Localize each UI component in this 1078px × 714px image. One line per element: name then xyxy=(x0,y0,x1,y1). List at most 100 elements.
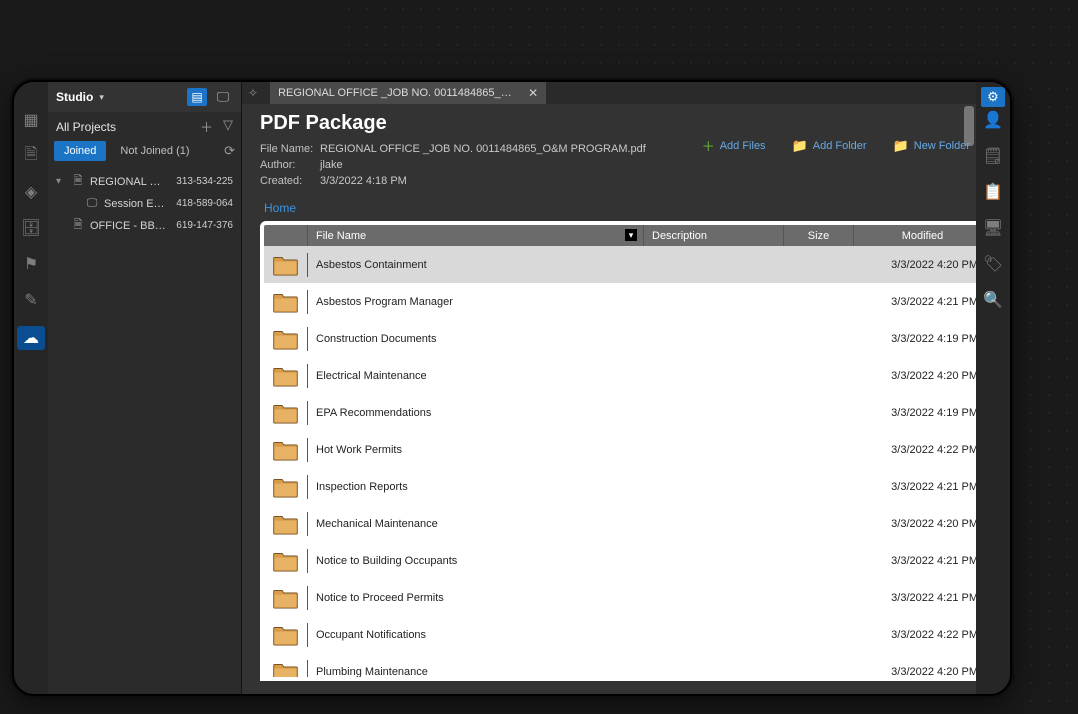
table-row[interactable]: Mechanical Maintenance3/3/2022 4:20 PM xyxy=(264,505,992,542)
table-row[interactable]: Asbestos Containment3/3/2022 4:20 PM xyxy=(264,246,992,283)
wand-icon[interactable]: ✧ xyxy=(248,86,258,100)
folder-icon xyxy=(264,290,308,314)
row-modified: 3/3/2022 4:19 PM xyxy=(854,407,992,419)
folder-icon xyxy=(264,401,308,425)
table-row[interactable]: Asbestos Program Manager 3/3/2022 4:21 PM xyxy=(264,283,992,320)
row-file-name: Asbestos Program Manager xyxy=(308,296,644,308)
flag-icon[interactable]: ⚑ xyxy=(21,254,41,274)
sort-desc-icon[interactable]: ▾ xyxy=(625,229,637,241)
table-row[interactable]: Electrical Maintenance 3/3/2022 4:20 PM xyxy=(264,357,992,394)
file-rows: Asbestos Containment3/3/2022 4:20 PMAsbe… xyxy=(264,246,992,677)
search-icon[interactable]: 🔍 xyxy=(983,290,1003,310)
add-folder-button[interactable]: 📁Add Folder xyxy=(792,136,867,155)
table-row[interactable]: EPA Recommendations3/3/2022 4:19 PM xyxy=(264,394,992,431)
row-file-name: Notice to Building Occupants xyxy=(308,555,644,567)
folder-icon xyxy=(264,475,308,499)
meta-filename-value: REGIONAL OFFICE _JOB NO. 0011484865_O&M … xyxy=(320,143,646,155)
row-modified: 3/3/2022 4:20 PM xyxy=(854,666,992,677)
cloud-icon[interactable]: ☁ xyxy=(17,326,45,350)
package-title: PDF Package xyxy=(260,112,992,135)
project-name: Session Example xyxy=(104,198,167,210)
expand-icon[interactable]: ▾ xyxy=(56,176,66,187)
clipboard-icon[interactable]: 📋 xyxy=(983,182,1003,202)
col-modified[interactable]: Modified xyxy=(854,225,992,246)
table-row[interactable]: Hot Work Permits3/3/2022 4:22 PM xyxy=(264,431,992,468)
table-row[interactable]: Plumbing Maintenance 3/3/2022 4:20 PM xyxy=(264,653,992,677)
table-row[interactable]: Notice to Proceed Permits3/3/2022 4:21 P… xyxy=(264,579,992,616)
row-file-name: Mechanical Maintenance xyxy=(308,518,644,530)
add-files-label: Add Files xyxy=(720,140,766,152)
table-row[interactable]: Occupant Notifications3/3/2022 4:22 PM xyxy=(264,616,992,653)
new-folder-label: New Folder xyxy=(914,140,970,152)
settings-gear-icon[interactable]: ⚙ xyxy=(981,87,1005,107)
row-file-name: Electrical Maintenance xyxy=(308,370,644,382)
row-modified: 3/3/2022 4:20 PM xyxy=(854,370,992,382)
row-modified: 3/3/2022 4:19 PM xyxy=(854,333,992,345)
project-tree-item[interactable]: 🖵Session Example418-589-064 xyxy=(52,194,237,213)
document-tab[interactable]: REGIONAL OFFICE _JOB NO. 0011484865_O&M … xyxy=(270,82,546,104)
package-header: PDF Package File Name:REGIONAL OFFICE _J… xyxy=(242,104,1010,195)
col-file-name[interactable]: File Name▾ xyxy=(308,225,644,246)
profile-icon[interactable]: 👤 xyxy=(983,110,1003,130)
meta-filename-key: File Name: xyxy=(260,143,320,155)
close-tab-icon[interactable]: ✕ xyxy=(528,86,538,100)
panel-view-list-icon[interactable]: ▤ xyxy=(187,88,207,106)
file-listing: File Name▾ Description Size Modified Asb… xyxy=(260,221,996,681)
add-project-icon[interactable]: ＋ xyxy=(200,117,213,136)
project-tree-item[interactable]: 🗎 OFFICE - BBU T5 Job No... 619-147-376 xyxy=(52,213,237,238)
meta-author-key: Author: xyxy=(260,159,320,171)
col-size[interactable]: Size xyxy=(784,225,854,246)
tab-joined[interactable]: Joined xyxy=(54,141,106,161)
pencil-icon[interactable]: ✎ xyxy=(21,290,41,310)
briefcase-icon[interactable]: 🗄 xyxy=(21,218,41,238)
column-headers: File Name▾ Description Size Modified xyxy=(264,225,992,246)
folder-icon xyxy=(264,253,308,277)
panel-title: All Projects xyxy=(56,120,116,134)
app-window: ▦ 🗎 ◈ 🗄 ⚑ ✎ ☁ Studio ▾ ▤ 🖵 All Projects … xyxy=(12,80,1012,696)
breadcrumb-home[interactable]: Home xyxy=(242,195,1010,219)
sheet-icon[interactable]: 🗒 xyxy=(983,146,1003,166)
document-icon: 🗎 xyxy=(71,172,85,191)
project-name: OFFICE - BBU T5 Job No... xyxy=(90,220,167,232)
row-file-name: Occupant Notifications xyxy=(308,629,644,641)
folder-icon xyxy=(264,327,308,351)
folder-icon xyxy=(264,623,308,647)
panel-view-monitor-icon[interactable]: 🖵 xyxy=(213,88,233,106)
page-icon[interactable]: 🗎 xyxy=(21,146,41,166)
new-folder-button[interactable]: 📁 New Folder xyxy=(893,136,970,155)
table-row[interactable]: Inspection Reports3/3/2022 4:21 PM xyxy=(264,468,992,505)
refresh-icon[interactable]: ⟳ xyxy=(224,143,235,159)
row-file-name: Plumbing Maintenance xyxy=(308,666,644,677)
add-files-button[interactable]: ＋Add Files xyxy=(702,136,766,155)
folder-new-icon: 📁 xyxy=(893,138,909,154)
chevron-down-icon: ▾ xyxy=(99,92,104,103)
folder-icon xyxy=(264,512,308,536)
row-modified: 3/3/2022 4:21 PM xyxy=(854,481,992,493)
project-code: 619-147-376 xyxy=(172,220,233,231)
filter-icon[interactable]: ▽ xyxy=(223,117,233,136)
row-modified: 3/3/2022 4:21 PM xyxy=(854,592,992,604)
table-row[interactable]: Notice to Building Occupants 3/3/2022 4:2… xyxy=(264,542,992,579)
folder-plus-icon: 📁 xyxy=(792,138,808,154)
row-modified: 3/3/2022 4:21 PM xyxy=(854,555,992,567)
folder-icon xyxy=(264,549,308,573)
row-modified: 3/3/2022 4:21 PM xyxy=(854,296,992,308)
document-icon: 🗎 xyxy=(71,216,85,235)
col-description[interactable]: Description xyxy=(644,225,784,246)
layers-icon[interactable]: ◈ xyxy=(21,182,41,202)
session-icon: 🖵 xyxy=(85,197,99,210)
main-area: ✧ REGIONAL OFFICE _JOB NO. 0011484865_O&… xyxy=(242,82,1010,694)
row-file-name: Asbestos Containment xyxy=(308,259,644,271)
grid-icon[interactable]: ▦ xyxy=(21,110,41,130)
tag-icon[interactable]: 🏷 xyxy=(983,254,1003,274)
folder-icon xyxy=(264,438,308,462)
projects-panel: Studio ▾ ▤ 🖵 All Projects ＋ ▽ Joined Not… xyxy=(48,82,242,694)
project-code: 313-534-225 xyxy=(172,176,233,187)
studio-dropdown[interactable]: Studio ▾ ▤ 🖵 xyxy=(48,82,241,112)
project-tree: ▾🗎REGIONAL OFFICE TER...313-534-225🖵Sess… xyxy=(48,167,241,240)
col-icon[interactable] xyxy=(264,225,308,246)
table-row[interactable]: Construction Documents3/3/2022 4:19 PM xyxy=(264,320,992,357)
server-icon[interactable]: 🖥 xyxy=(983,218,1003,238)
project-tree-item[interactable]: ▾🗎REGIONAL OFFICE TER...313-534-225 xyxy=(52,169,237,194)
tab-not-joined[interactable]: Not Joined (1) xyxy=(110,141,199,161)
